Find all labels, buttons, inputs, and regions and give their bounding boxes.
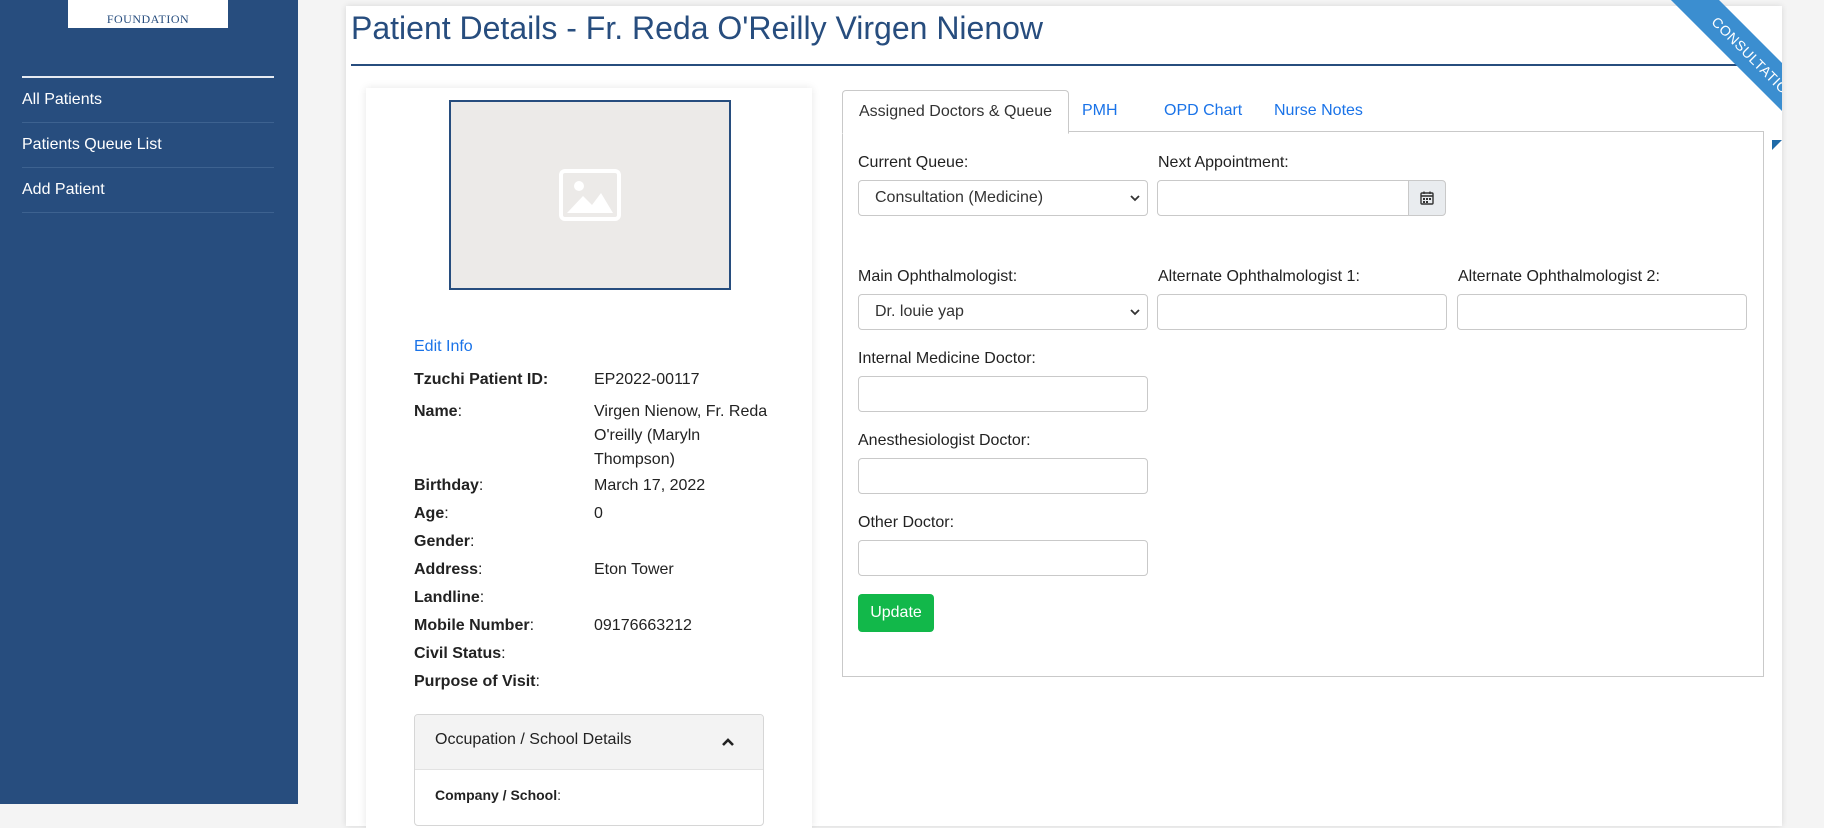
sidebar-item-all-patients[interactable]: All Patients: [22, 78, 274, 123]
occupation-panel-header[interactable]: Occupation / School Details: [415, 715, 763, 770]
status-ribbon-label: CONSULTATION: [1657, 0, 1782, 150]
alt-ophthalmologist-1-label: Alternate Ophthalmologist 1:: [1158, 268, 1360, 285]
page-title: Patient Details - Fr. Reda O'Reilly Virg…: [351, 10, 1044, 46]
next-appointment-label: Next Appointment:: [1158, 154, 1289, 171]
current-queue-label: Current Queue:: [858, 154, 969, 171]
sidebar-item-add-patient[interactable]: Add Patient: [22, 168, 274, 213]
calendar-button[interactable]: [1408, 180, 1446, 216]
chevron-down-icon: [1130, 309, 1140, 316]
info-value: 09176663212: [594, 617, 692, 634]
alt-ophthalmologist-2-label: Alternate Ophthalmologist 2:: [1458, 268, 1660, 285]
main-ophthalmologist-label: Main Ophthalmologist:: [858, 268, 1018, 285]
current-queue-value: Consultation (Medicine): [875, 189, 1044, 206]
info-label: Age: [414, 505, 445, 522]
next-appointment-input[interactable]: [1157, 180, 1409, 216]
sidebar: FOUNDATION All Patients Patients Queue L…: [0, 0, 298, 804]
internal-medicine-label: Internal Medicine Doctor:: [858, 350, 1036, 367]
chevron-down-icon: [1130, 195, 1140, 202]
info-label: Purpose of Visit: [414, 673, 536, 690]
title-divider: [351, 64, 1778, 66]
anesthesiologist-input[interactable]: [858, 458, 1148, 494]
info-value: Virgen Nienow, Fr. Reda O'reilly (Maryln…: [594, 403, 768, 468]
info-label: Name: [414, 403, 458, 420]
edit-info-link[interactable]: Edit Info: [414, 338, 473, 356]
image-placeholder-icon: [559, 169, 621, 221]
info-value: EP2022-00117: [594, 371, 700, 388]
info-label: Tzuchi Patient ID:: [414, 371, 549, 388]
info-label: Civil Status: [414, 645, 502, 662]
patient-photo: [449, 100, 731, 290]
alt-ophthalmologist-1-input[interactable]: [1157, 294, 1447, 330]
info-label: Gender: [414, 533, 471, 550]
internal-medicine-input[interactable]: [858, 376, 1148, 412]
ribbon-fold: [1772, 140, 1782, 150]
chevron-up-icon: [722, 738, 734, 746]
company-school-label: Company / School:: [435, 787, 562, 803]
tab-assigned-doctors-queue[interactable]: Assigned Doctors & Queue: [842, 90, 1069, 134]
update-button[interactable]: Update: [858, 594, 934, 632]
tab-nurse-notes[interactable]: Nurse Notes: [1274, 90, 1363, 132]
info-value: Eton Tower: [594, 561, 674, 578]
sidebar-nav: All Patients Patients Queue List Add Pat…: [22, 78, 274, 213]
occupation-panel-title: Occupation / School Details: [435, 731, 632, 748]
alt-ophthalmologist-2-input[interactable]: [1457, 294, 1747, 330]
tab-opd-chart[interactable]: OPD Chart: [1164, 90, 1242, 132]
other-doctor-label: Other Doctor:: [858, 514, 955, 531]
main-ophthalmologist-value: Dr. louie yap: [875, 303, 964, 320]
info-label: Landline: [414, 589, 480, 606]
main-ophthalmologist-select[interactable]: Dr. louie yap: [858, 294, 1148, 330]
anesthesiologist-label: Anesthesiologist Doctor:: [858, 432, 1031, 449]
logo-text: FOUNDATION: [106, 12, 190, 26]
tab-pmh[interactable]: PMH: [1082, 90, 1118, 132]
info-label: Address: [414, 561, 479, 578]
status-ribbon: CONSULTATION: [1638, 0, 1782, 150]
info-label: Mobile Number: [414, 617, 530, 634]
calendar-icon: [1420, 191, 1434, 205]
info-value: March 17, 2022: [594, 477, 706, 494]
current-queue-select[interactable]: Consultation (Medicine): [858, 180, 1148, 216]
sidebar-item-patients-queue-list[interactable]: Patients Queue List: [22, 123, 274, 168]
other-doctor-input[interactable]: [858, 540, 1148, 576]
info-value: 0: [594, 505, 603, 522]
info-label: Birthday: [414, 477, 479, 494]
occupation-panel: Occupation / School Details Company / Sc…: [414, 714, 764, 826]
logo: FOUNDATION: [68, 0, 228, 28]
